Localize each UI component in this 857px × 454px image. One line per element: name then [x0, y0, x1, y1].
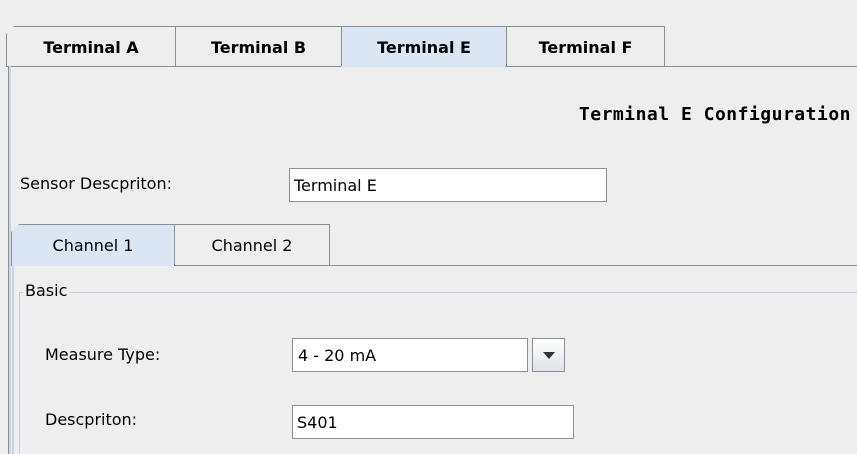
measure-type-dropdown[interactable]: 4 - 20 mA	[292, 338, 565, 372]
description-label: Descpriton:	[45, 410, 138, 429]
tab-terminal-e[interactable]: Terminal E	[341, 26, 507, 67]
measure-type-value[interactable]: 4 - 20 mA	[292, 338, 528, 372]
page-title: Terminal E Configuration	[578, 104, 851, 125]
tab-channel-1[interactable]: Channel 1	[11, 224, 175, 266]
chevron-down-icon	[542, 351, 555, 359]
selected-channel-joint	[12, 265, 174, 266]
selected-tab-joint	[341, 66, 505, 67]
sensor-description-field[interactable]: Terminal E	[289, 168, 607, 202]
tab-terminal-b[interactable]: Terminal B	[175, 26, 342, 67]
tab-terminal-a[interactable]: Terminal A	[6, 26, 176, 67]
terminal-config-window: Terminal A Terminal B Terminal E Termina…	[0, 0, 857, 454]
description-field[interactable]: S401	[292, 405, 574, 439]
channel-tab-strip: Channel 1 Channel 2	[11, 224, 330, 266]
channel-panel-edge	[12, 266, 14, 454]
measure-type-label: Measure Type:	[45, 345, 161, 364]
terminal-tab-strip: Terminal A Terminal B Terminal E Termina…	[6, 26, 665, 67]
tab-channel-2[interactable]: Channel 2	[174, 224, 330, 266]
basic-group-title: Basic	[23, 281, 70, 300]
sensor-description-label: Sensor Descpriton:	[20, 174, 172, 193]
tab-terminal-f[interactable]: Terminal F	[506, 26, 665, 67]
dropdown-button[interactable]	[532, 338, 565, 372]
